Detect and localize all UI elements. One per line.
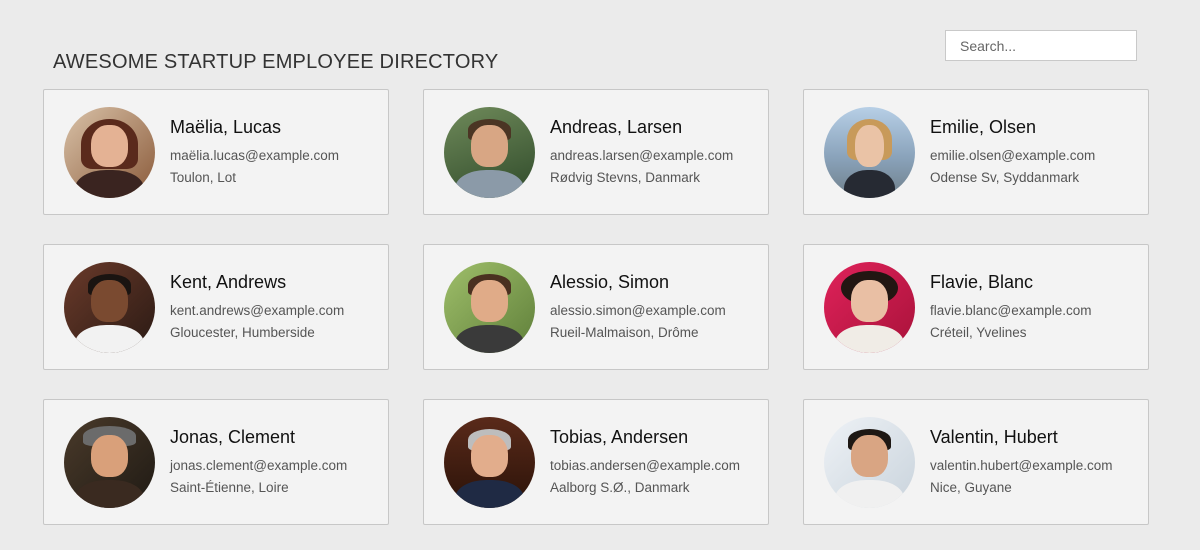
employee-location: Aalborg S.Ø., Danmark <box>550 479 690 495</box>
employee-email: andreas.larsen@example.com <box>550 147 734 163</box>
employee-location: Créteil, Yvelines <box>930 324 1027 340</box>
employee-location: Rødvig Stevns, Danmark <box>550 169 701 185</box>
avatar <box>444 106 535 198</box>
employee-card[interactable]: Valentin, Hubert valentin.hubert@example… <box>803 399 1149 525</box>
employee-name: Flavie, Blanc <box>930 271 1034 292</box>
employee-grid: Maëlia, Lucas maëlia.lucas@example.com T… <box>43 89 1149 525</box>
employee-card[interactable]: Alessio, Simon alessio.simon@example.com… <box>423 244 769 370</box>
page-title: AWESOME STARTUP EMPLOYEE DIRECTORY <box>53 51 499 74</box>
employee-name: Valentin, Hubert <box>930 426 1058 447</box>
employee-email: flavie.blanc@example.com <box>930 302 1092 318</box>
employee-location: Nice, Guyane <box>930 479 1012 495</box>
employee-card[interactable]: Jonas, Clement jonas.clement@example.com… <box>43 399 389 525</box>
employee-location: Toulon, Lot <box>170 169 237 185</box>
employee-email: alessio.simon@example.com <box>550 302 726 318</box>
employee-name: Tobias, Andersen <box>550 426 689 447</box>
employee-name: Kent, Andrews <box>170 271 287 292</box>
employee-email: tobias.andersen@example.com <box>550 457 741 473</box>
employee-name: Alessio, Simon <box>550 271 670 292</box>
employee-location: Odense Sv, Syddanmark <box>930 169 1080 185</box>
employee-name: Maëlia, Lucas <box>170 116 282 137</box>
avatar <box>824 261 915 353</box>
employee-card[interactable]: Flavie, Blanc flavie.blanc@example.com C… <box>803 244 1149 370</box>
employee-name: Jonas, Clement <box>170 426 296 447</box>
avatar <box>64 261 155 353</box>
avatar <box>824 106 915 198</box>
employee-email: maëlia.lucas@example.com <box>170 147 340 163</box>
avatar <box>64 416 155 508</box>
employee-card[interactable]: Andreas, Larsen andreas.larsen@example.c… <box>423 89 769 215</box>
employee-card[interactable]: Tobias, Andersen tobias.andersen@example… <box>423 399 769 525</box>
employee-location: Saint-Étienne, Loire <box>170 479 289 495</box>
employee-name: Andreas, Larsen <box>550 116 683 137</box>
search-input[interactable] <box>945 30 1137 61</box>
employee-location: Rueil-Malmaison, Drôme <box>550 324 699 340</box>
avatar <box>64 106 155 198</box>
employee-email: jonas.clement@example.com <box>170 457 348 473</box>
avatar <box>444 261 535 353</box>
employee-email: kent.andrews@example.com <box>170 302 345 318</box>
avatar <box>444 416 535 508</box>
employee-card[interactable]: Kent, Andrews kent.andrews@example.com G… <box>43 244 389 370</box>
employee-card[interactable]: Maëlia, Lucas maëlia.lucas@example.com T… <box>43 89 389 215</box>
avatar <box>824 416 915 508</box>
employee-card[interactable]: Emilie, Olsen emilie.olsen@example.com O… <box>803 89 1149 215</box>
employee-location: Gloucester, Humberside <box>170 324 315 340</box>
employee-name: Emilie, Olsen <box>930 116 1037 137</box>
employee-email: emilie.olsen@example.com <box>930 147 1096 163</box>
employee-email: valentin.hubert@example.com <box>930 457 1113 473</box>
